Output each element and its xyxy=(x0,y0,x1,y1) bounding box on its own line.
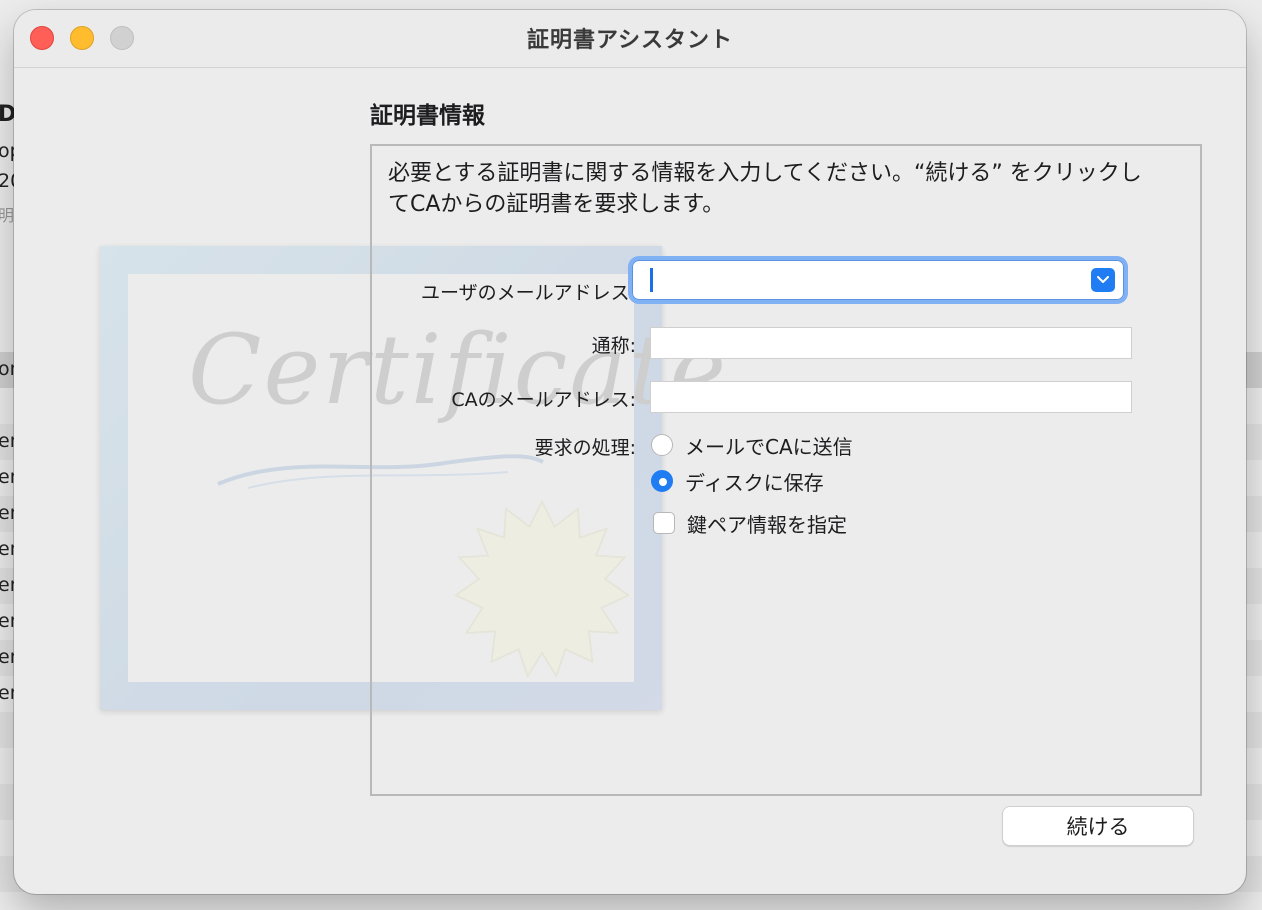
common-name-label: 通称: xyxy=(591,335,636,357)
radio-button-selected[interactable] xyxy=(651,470,673,492)
text-caret xyxy=(650,268,653,292)
title-bar: 証明書アシスタント xyxy=(14,10,1246,68)
continue-button[interactable]: 続ける xyxy=(1002,806,1194,846)
common-name-input[interactable] xyxy=(651,328,1131,358)
email-input[interactable] xyxy=(644,265,1078,297)
radio-button[interactable] xyxy=(651,434,673,456)
radio-email-ca[interactable]: メールでCAに送信 xyxy=(651,431,853,459)
radio-label: メールでCAに送信 xyxy=(685,434,853,459)
section-title: 証明書情報 xyxy=(370,103,485,129)
request-label: 要求の処理: xyxy=(534,437,636,459)
instruction-text: 必要とする証明書に関する情報を入力してください。“続ける” をクリックしてCAか… xyxy=(388,161,1142,217)
common-name-field[interactable] xyxy=(650,327,1132,359)
keypair-checkbox[interactable] xyxy=(653,512,675,534)
email-combobox[interactable] xyxy=(632,260,1124,300)
email-dropdown-button[interactable] xyxy=(1091,268,1115,292)
window-title: 証明書アシスタント xyxy=(526,28,734,53)
ca-email-label: CAのメールアドレス: xyxy=(451,389,636,411)
chevron-down-icon xyxy=(1097,276,1109,283)
ca-email-field[interactable] xyxy=(650,381,1132,413)
email-label: ユーザのメールアドレス: xyxy=(420,282,636,304)
radio-label: ディスクに保存 xyxy=(685,470,824,495)
ca-email-input[interactable] xyxy=(651,382,1131,412)
keypair-checkbox-row[interactable]: 鍵ペア情報を指定 xyxy=(653,509,847,537)
radio-save-disk[interactable]: ディスクに保存 xyxy=(651,467,824,495)
checkbox-label: 鍵ペア情報を指定 xyxy=(687,512,847,537)
